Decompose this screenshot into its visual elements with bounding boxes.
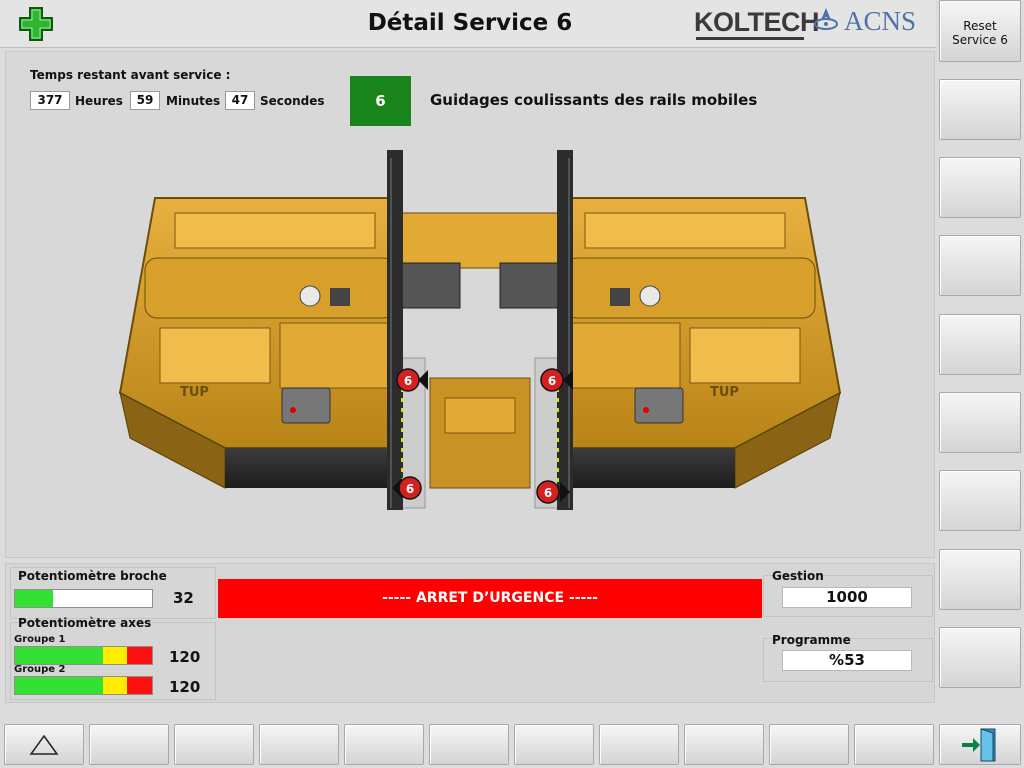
side-button-8[interactable] — [939, 549, 1021, 610]
koltech-logo: KOLTECH — [694, 7, 820, 37]
acns-logo-icon — [814, 8, 838, 30]
axes-pot-label: Potentiomètre axes — [18, 616, 152, 630]
up-triangle-icon — [29, 734, 59, 755]
acns-logo: ACNS — [844, 6, 917, 36]
side-button-5[interactable] — [939, 314, 1021, 375]
right-machine-housing: TUP — [564, 197, 842, 489]
side-button-7[interactable] — [939, 470, 1021, 531]
minutes-value: 59 — [130, 91, 160, 110]
side-button-6[interactable] — [939, 392, 1021, 453]
reset-button-label-line2: Service 6 — [952, 33, 1008, 47]
side-button-9[interactable] — [939, 627, 1021, 688]
side-button-4[interactable] — [939, 235, 1021, 296]
toolbar-button-8[interactable] — [599, 724, 679, 765]
group1-label: Groupe 1 — [14, 634, 66, 645]
hours-value: 377 — [30, 91, 70, 110]
toolbar-button-6[interactable] — [429, 724, 509, 765]
group2-label: Groupe 2 — [14, 664, 66, 675]
toolbar-button-3[interactable] — [174, 724, 254, 765]
svg-text:6: 6 — [544, 486, 552, 500]
toolbar-button-11[interactable] — [854, 724, 934, 765]
toolbar-button-4[interactable] — [259, 724, 339, 765]
toolbar-button-5[interactable] — [344, 724, 424, 765]
toolbar-button-9[interactable] — [684, 724, 764, 765]
group1-value: 120 — [169, 648, 201, 666]
seconds-value: 47 — [225, 91, 255, 110]
toolbar-button-2[interactable] — [89, 724, 169, 765]
group2-bar — [14, 676, 153, 695]
svg-text:6: 6 — [548, 374, 556, 388]
reset-service-button[interactable]: Reset Service 6 — [939, 0, 1021, 62]
spindle-pot-label: Potentiomètre broche — [18, 569, 167, 583]
side-button-2[interactable] — [939, 79, 1021, 140]
seconds-unit: Secondes — [260, 94, 325, 108]
exit-button[interactable] — [939, 724, 1021, 765]
left-brand-label: TUP — [180, 385, 209, 400]
spindle-pot-bar-fill — [15, 590, 54, 607]
time-remaining-label: Temps restant avant service : — [30, 68, 231, 82]
side-button-3[interactable] — [939, 157, 1021, 218]
programme-label: Programme — [772, 633, 851, 647]
minutes-unit: Minutes — [166, 94, 221, 108]
reset-button-label-line1: Reset — [963, 19, 997, 33]
svg-text:6: 6 — [404, 374, 412, 388]
service-number-badge: 6 — [350, 76, 411, 126]
exit-door-icon — [962, 728, 996, 762]
svg-text:6: 6 — [406, 482, 414, 496]
service-name: Guidages coulissants des rails mobiles — [430, 91, 758, 109]
toolbar-button-7[interactable] — [514, 724, 594, 765]
spindle-pot-bar — [14, 589, 153, 608]
group1-bar — [14, 646, 153, 665]
gestion-value: 1000 — [782, 587, 912, 608]
left-machine-housing: TUP — [118, 197, 396, 489]
center-frame-top — [389, 212, 571, 269]
right-rail — [557, 150, 573, 510]
koltech-logo-underline — [696, 37, 804, 40]
hours-unit: Heures — [75, 94, 123, 108]
left-rail — [387, 150, 403, 510]
right-brand-label: TUP — [710, 385, 739, 400]
up-triangle-button[interactable] — [4, 724, 84, 765]
gestion-label: Gestion — [772, 569, 824, 583]
programme-value: %53 — [782, 650, 912, 671]
toolbar-button-10[interactable] — [769, 724, 849, 765]
spindle-pot-value: 32 — [173, 589, 194, 607]
machine-illustration: TUP TUP 6 6 6 6 — [118, 150, 842, 510]
group2-value: 120 — [169, 678, 201, 696]
emergency-stop-banner: ----- ARRET D’URGENCE ----- — [218, 579, 762, 618]
